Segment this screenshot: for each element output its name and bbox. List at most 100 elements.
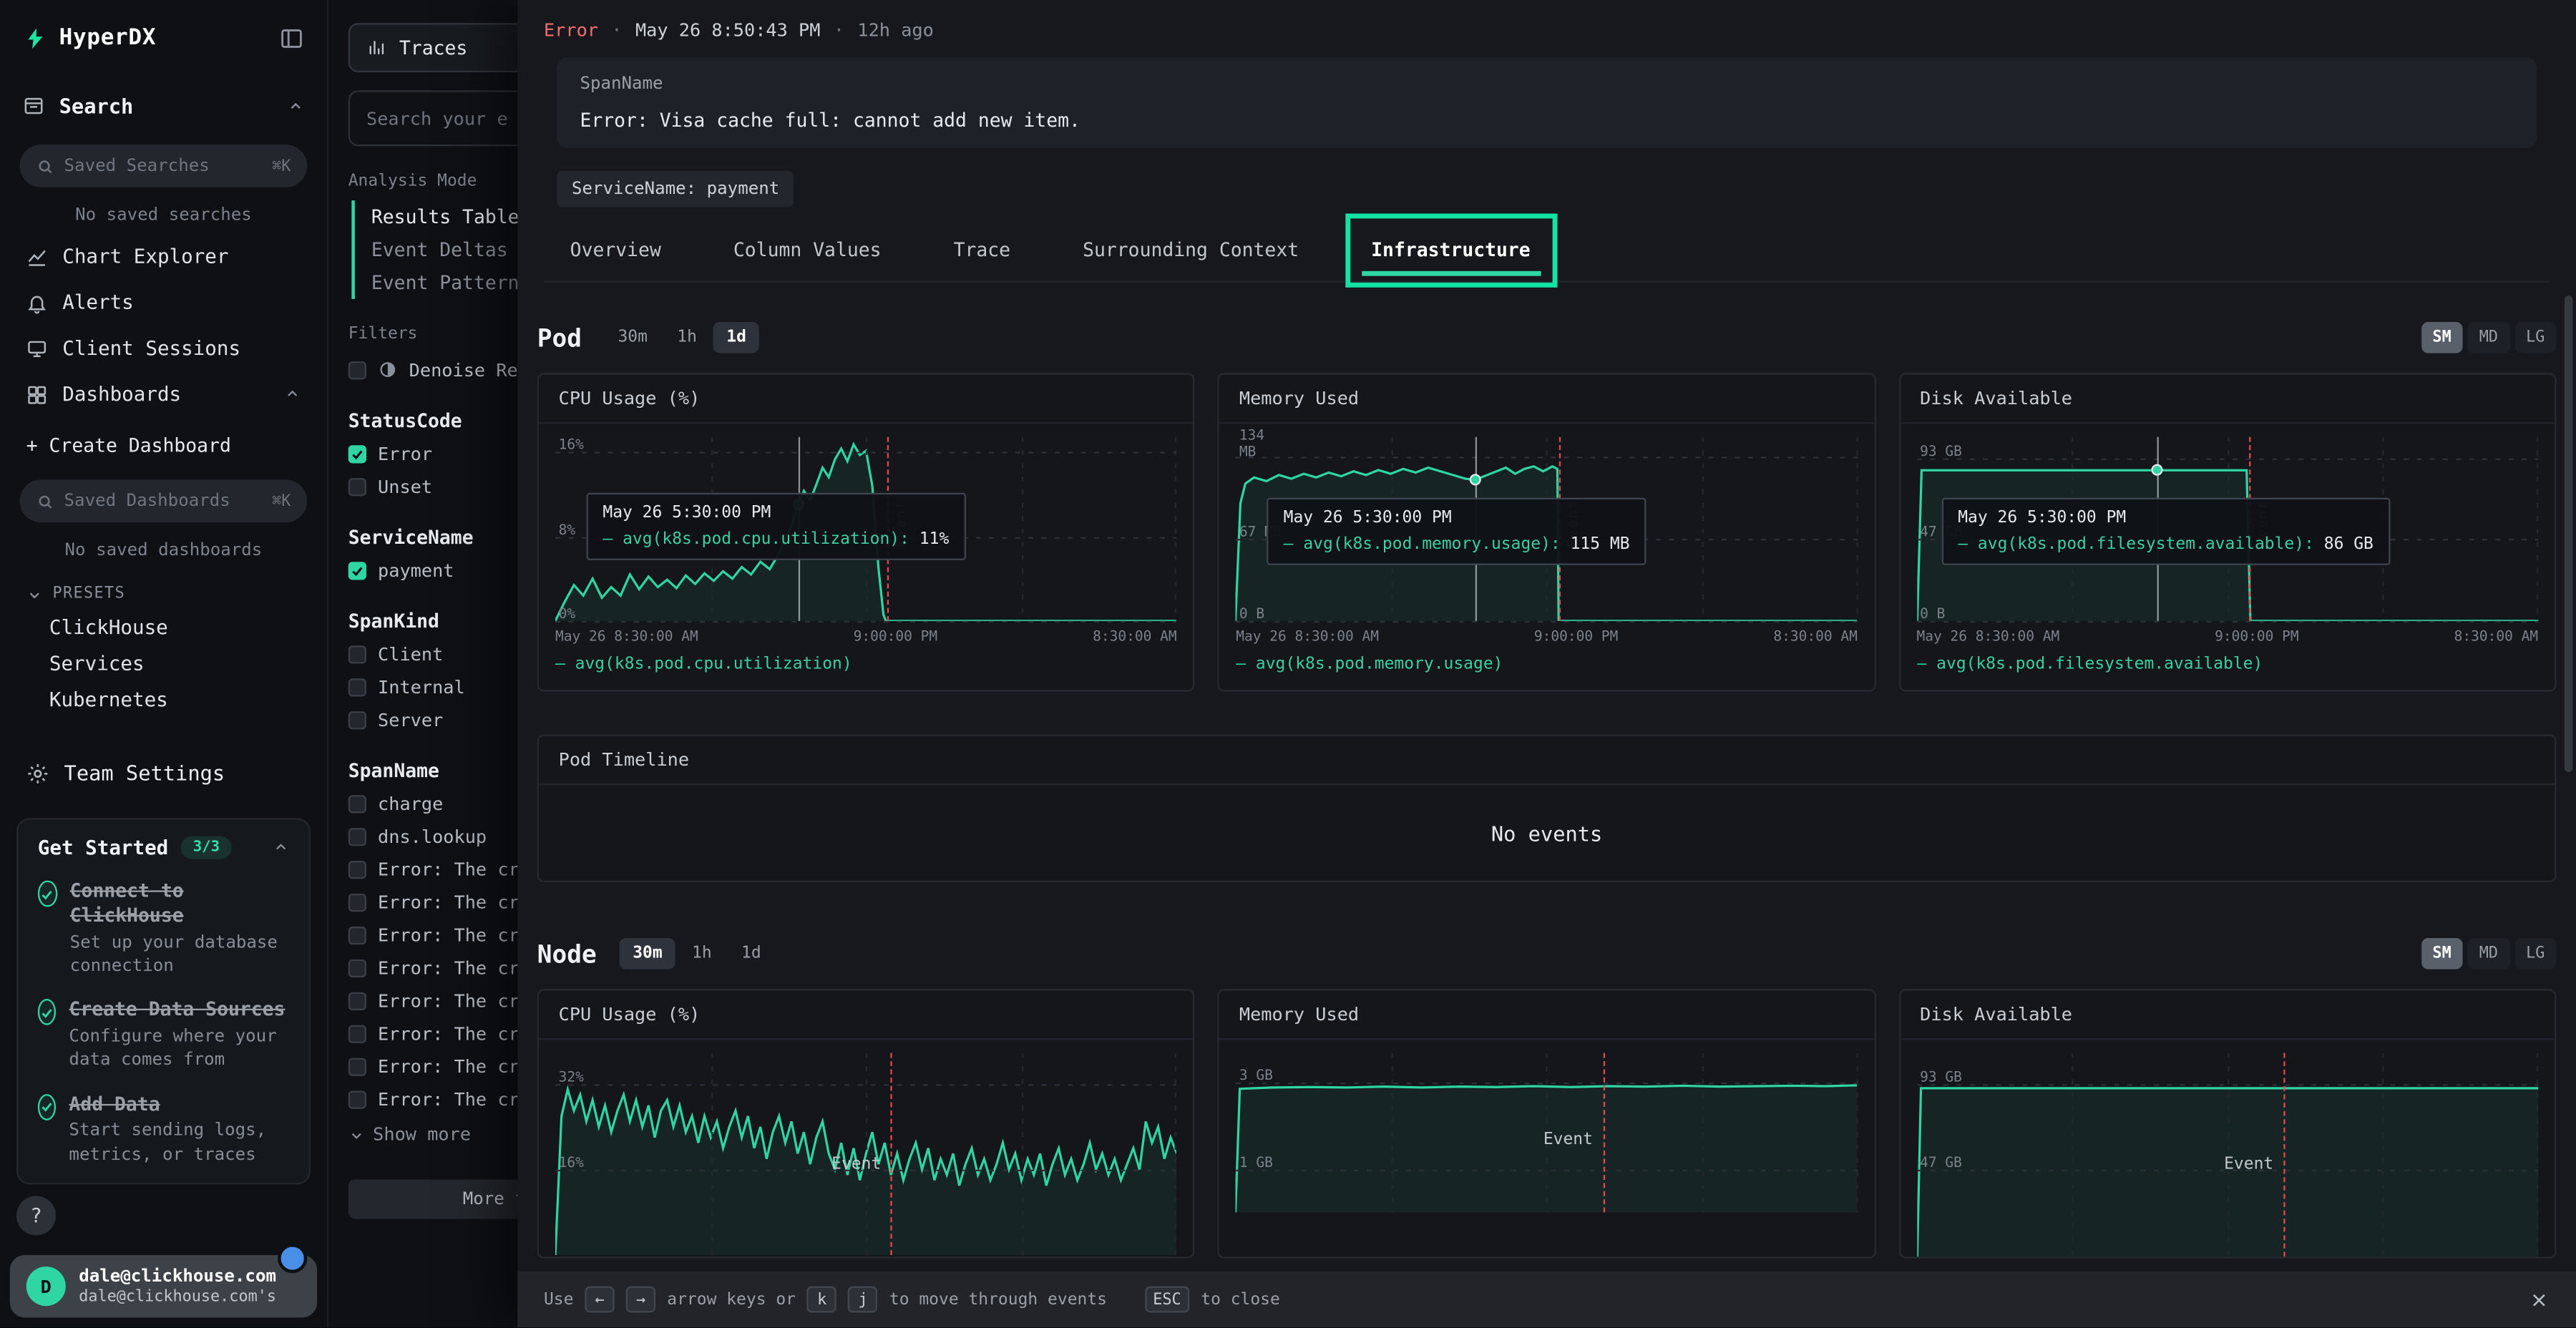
chevron-up-icon[interactable] <box>288 98 304 114</box>
chart-plot-area[interactable]: 93 GB47 GB0 BEventMay 26 5:30:00 PM— avg… <box>1917 437 2539 621</box>
team-settings-button[interactable]: Team Settings <box>0 744 327 801</box>
checkbox-icon[interactable] <box>348 1090 366 1108</box>
esc-key: ESC <box>1145 1286 1189 1313</box>
get-started-item[interactable]: Add DataStart sending logs, metrics, or … <box>38 1092 289 1166</box>
legend-label: avg(k8s.pod.cpu.utilization) <box>575 655 852 673</box>
chevron-up-icon[interactable] <box>284 386 301 403</box>
gridline <box>1236 621 1858 622</box>
checkbox-icon[interactable] <box>348 678 366 695</box>
pod-size-lg[interactable]: LG <box>2514 322 2556 353</box>
checkbox-icon[interactable] <box>348 893 366 911</box>
messenger-icon[interactable] <box>278 1244 307 1273</box>
tab-surrounding-context[interactable]: Surrounding Context <box>1083 217 1299 281</box>
x-axis-label: 8:30:00 AM <box>1093 629 1177 645</box>
sidebar-item-dashboards[interactable]: Dashboards <box>0 371 327 417</box>
chart-plot-area[interactable]: 134 MB67 MB0 BEventMay 26 5:30:00 PM— av… <box>1236 437 1858 621</box>
pod-range-30m[interactable]: 30m <box>605 322 660 353</box>
get-started-badge: 3/3 <box>182 836 231 859</box>
chart-legend[interactable]: —avg(k8s.pod.filesystem.available) <box>1917 655 2539 673</box>
checkbox-icon[interactable] <box>348 959 366 977</box>
chart-plot-area[interactable]: 3 GB1 GBEvent <box>1236 1053 1858 1213</box>
node-range-1h[interactable]: 1h <box>679 938 725 970</box>
checkbox-icon[interactable] <box>348 926 366 944</box>
legend-dash: — <box>1917 655 1927 673</box>
create-dashboard-button[interactable]: + Create Dashboard <box>0 417 327 467</box>
chevron-up-icon[interactable] <box>273 839 289 856</box>
tooltip-row: — avg(k8s.pod.filesystem.available): 86 … <box>1958 535 2373 553</box>
filter-option-label: dns.lookup <box>378 826 487 847</box>
get-started-item[interactable]: Connect to ClickHouseSet up your databas… <box>38 879 289 977</box>
collapse-sidebar-icon[interactable] <box>279 26 303 50</box>
node-range-30m[interactable]: 30m <box>620 938 675 970</box>
chart-tooltip: May 26 5:30:00 PM— avg(k8s.pod.memory.us… <box>1267 498 1646 565</box>
get-started-item-subtitle: Configure where your data comes from <box>69 1025 289 1072</box>
chart-legend[interactable]: — avg(k8s.pod.cpu.utilization) <box>555 655 1177 673</box>
service-name-tag[interactable]: ServiceName: payment <box>557 171 794 208</box>
checkbox-icon[interactable] <box>348 561 366 579</box>
checkbox-icon[interactable] <box>348 992 366 1010</box>
pod-range-1h[interactable]: 1h <box>664 322 710 353</box>
node-range-1d[interactable]: 1d <box>728 938 774 970</box>
checkbox-icon[interactable] <box>348 860 366 878</box>
chart-cursor-dot <box>2151 464 2162 476</box>
preset-clickhouse[interactable]: ClickHouse <box>0 610 327 646</box>
tab-column-values[interactable]: Column Values <box>733 217 882 281</box>
search-section-header[interactable]: Search <box>0 81 327 132</box>
checkbox-icon[interactable] <box>348 477 366 495</box>
filter-option-label: Error: The cr <box>378 1055 519 1077</box>
search-icon <box>36 157 54 175</box>
tab-infrastructure[interactable]: Infrastructure <box>1371 217 1531 281</box>
presets-header[interactable]: PRESETS <box>0 568 327 609</box>
checkbox-icon[interactable] <box>348 444 366 462</box>
chart-legend[interactable]: —avg(k8s.pod.memory.usage) <box>1236 655 1858 673</box>
chart-cursor-dot <box>1470 474 1482 486</box>
x-axis-label: 8:30:00 AM <box>1773 629 1858 645</box>
checkbox-icon[interactable] <box>348 361 366 379</box>
checkbox-icon[interactable] <box>348 827 366 845</box>
pod-size-sm[interactable]: SM <box>2421 322 2462 353</box>
saved-searches-input[interactable]: Saved Searches ⌘K <box>20 145 308 187</box>
event-marker-label: Event <box>831 1155 891 1173</box>
help-button[interactable]: ? <box>16 1196 56 1235</box>
shortcut-hint: ⌘K <box>272 157 291 175</box>
get-started-header[interactable]: Get Started 3/3 <box>38 836 289 859</box>
pod-range-1d[interactable]: 1d <box>713 322 759 353</box>
close-panel-icon[interactable] <box>2528 1289 2550 1310</box>
footer-use-text: Use <box>544 1290 573 1308</box>
event-marker-label: Event <box>1543 1132 1603 1150</box>
node-size-md[interactable]: MD <box>2468 938 2509 970</box>
sidebar-item-alerts[interactable]: Alerts <box>0 279 327 325</box>
y-axis-label: 47 GB <box>1920 1156 1969 1172</box>
denoise-icon <box>378 360 398 380</box>
saved-dashboards-input[interactable]: Saved Dashboards ⌘K <box>20 479 308 522</box>
user-menu[interactable]: D dale@clickhouse.com dale@clickhouse.co… <box>10 1255 317 1317</box>
sidebar-item-chart-explorer[interactable]: Chart Explorer <box>0 233 327 279</box>
x-axis: May 26 8:30:00 AM9:00:00 PM8:30:00 AM <box>1236 629 1858 645</box>
scrollbar[interactable] <box>2565 296 2572 772</box>
chart-plot-area[interactable]: 93 GB47 GBEvent <box>1917 1053 2539 1257</box>
x-axis-label: 8:30:00 AM <box>2454 629 2539 645</box>
node-size-sm[interactable]: SM <box>2421 938 2462 970</box>
pod-section-title: Pod <box>537 323 582 352</box>
preset-services[interactable]: Services <box>0 645 327 682</box>
preset-kubernetes[interactable]: Kubernetes <box>0 682 327 718</box>
chart-explorer-icon <box>26 245 48 267</box>
x-axis: May 26 8:30:00 AM9:00:00 PM8:30:00 AM <box>1917 629 2539 645</box>
checkbox-icon[interactable] <box>348 794 366 812</box>
sidebar-item-client-sessions[interactable]: Client Sessions <box>0 326 327 371</box>
checkbox-icon[interactable] <box>348 1057 366 1075</box>
chart-plot-area[interactable]: 32%16%Event <box>555 1053 1177 1255</box>
tab-trace[interactable]: Trace <box>954 217 1010 281</box>
get-started-card: Get Started 3/3 Connect to ClickHouseSet… <box>16 818 311 1183</box>
checkbox-icon[interactable] <box>348 645 366 663</box>
node-size-lg[interactable]: LG <box>2514 938 2556 970</box>
gridline <box>555 621 1177 622</box>
checkbox-icon[interactable] <box>348 1025 366 1043</box>
tab-overview[interactable]: Overview <box>570 217 661 281</box>
chart-title: Memory Used <box>1219 374 1874 424</box>
checkbox-icon[interactable] <box>348 711 366 728</box>
chart-plot-area[interactable]: 16%8%0%EventMay 26 5:30:00 PM— avg(k8s.p… <box>555 437 1177 621</box>
pod-size-md[interactable]: MD <box>2468 322 2509 353</box>
get-started-item[interactable]: Create Data SourcesConfigure where your … <box>38 997 289 1072</box>
legend-dash: — <box>555 655 565 673</box>
